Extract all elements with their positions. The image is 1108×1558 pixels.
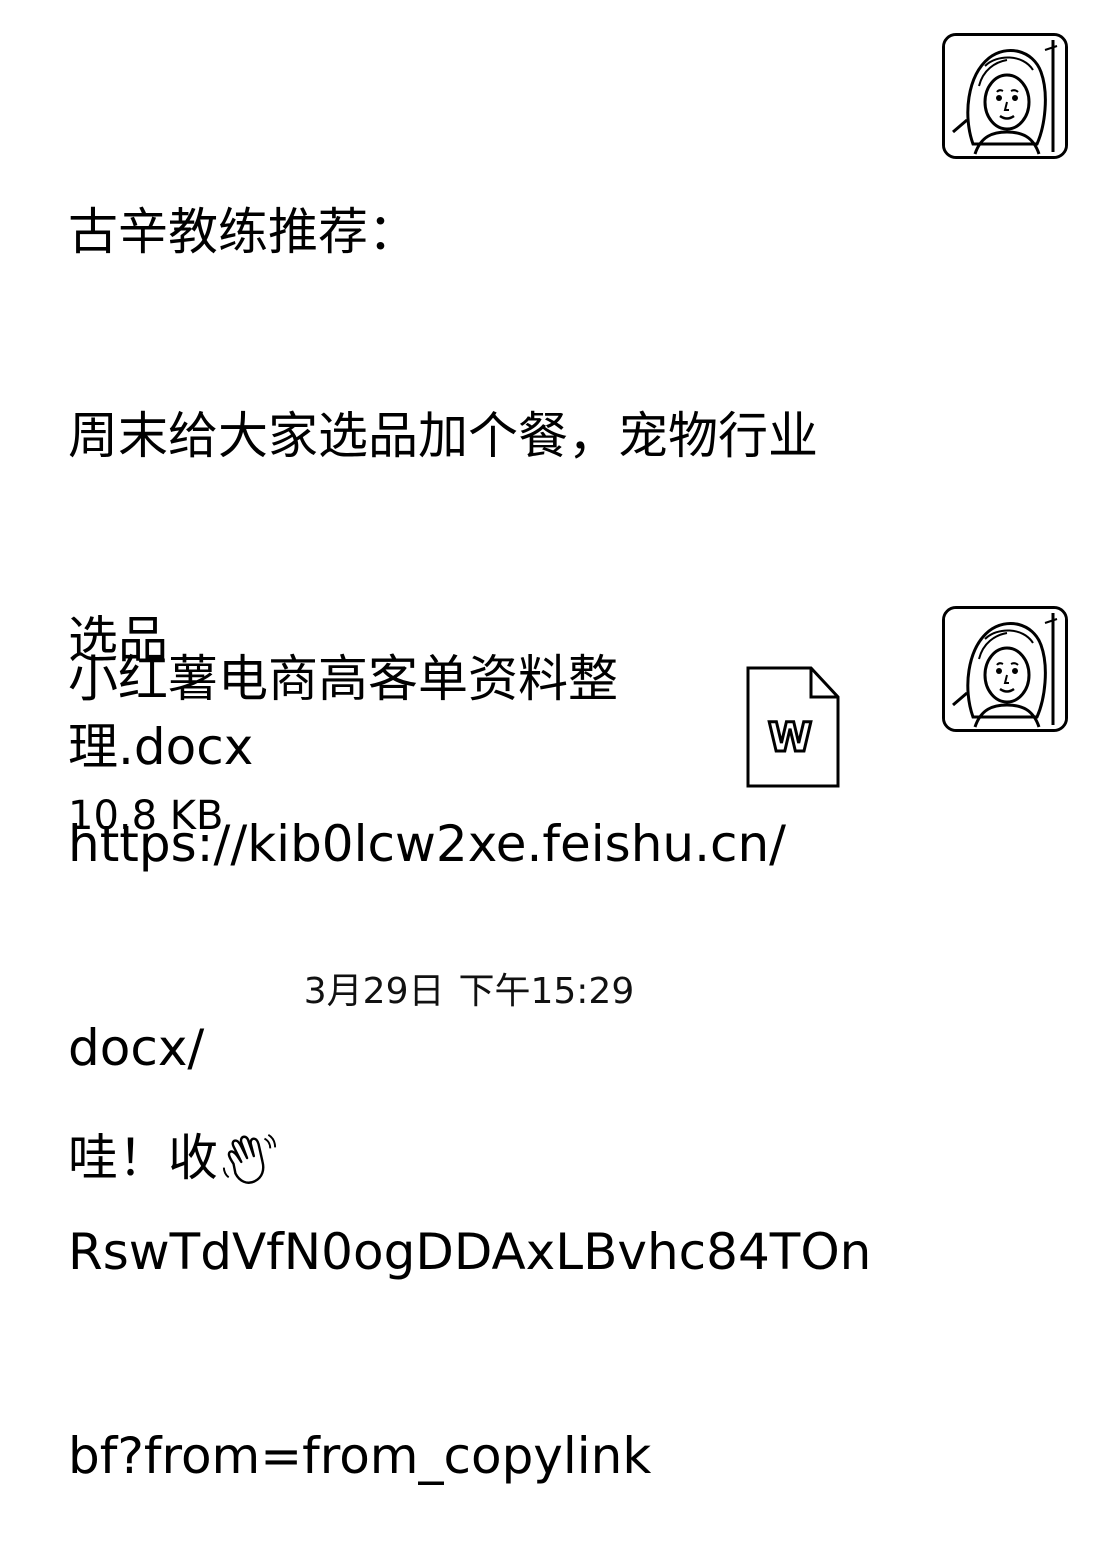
timestamp-date: 3月29日 xyxy=(303,971,445,1012)
file-attachment-card[interactable]: 小红薯电商高客单资料整 理.docx 10.8 KB W xyxy=(68,645,868,845)
message-line: 周末给大家选品加个餐，宠物行业 xyxy=(68,407,818,465)
sender-avatar[interactable] xyxy=(942,606,1068,732)
file-size: 10.8 KB xyxy=(68,793,224,839)
reply-text: 哇！收 xyxy=(68,1129,218,1187)
user-avatar-icon xyxy=(945,609,1065,729)
message-link-line[interactable]: docx/ xyxy=(68,1014,888,1082)
message-link-line[interactable]: bf?from=from_copylink xyxy=(68,1422,888,1490)
waving-hand-icon xyxy=(220,1129,278,1187)
chat-timestamp: 3月29日 下午15:29 xyxy=(0,966,938,1018)
message-bubble-reply[interactable]: 哇！收 xyxy=(68,1124,278,1192)
word-document-icon: W xyxy=(745,665,841,789)
file-name-line: 小红薯电商高客单资料整 xyxy=(68,650,618,708)
file-name-line: 理.docx xyxy=(68,718,254,776)
user-avatar-icon xyxy=(945,36,1065,156)
message-line: 古辛教练推荐： xyxy=(68,203,418,261)
sender-avatar[interactable] xyxy=(942,33,1068,159)
message-link-line[interactable]: RswTdVfN0ogDDAxLBvhc84TOn xyxy=(68,1218,888,1286)
word-letter: W xyxy=(768,715,812,761)
timestamp-time: 下午15:29 xyxy=(458,971,635,1012)
file-name: 小红薯电商高客单资料整 理.docx xyxy=(68,645,708,781)
